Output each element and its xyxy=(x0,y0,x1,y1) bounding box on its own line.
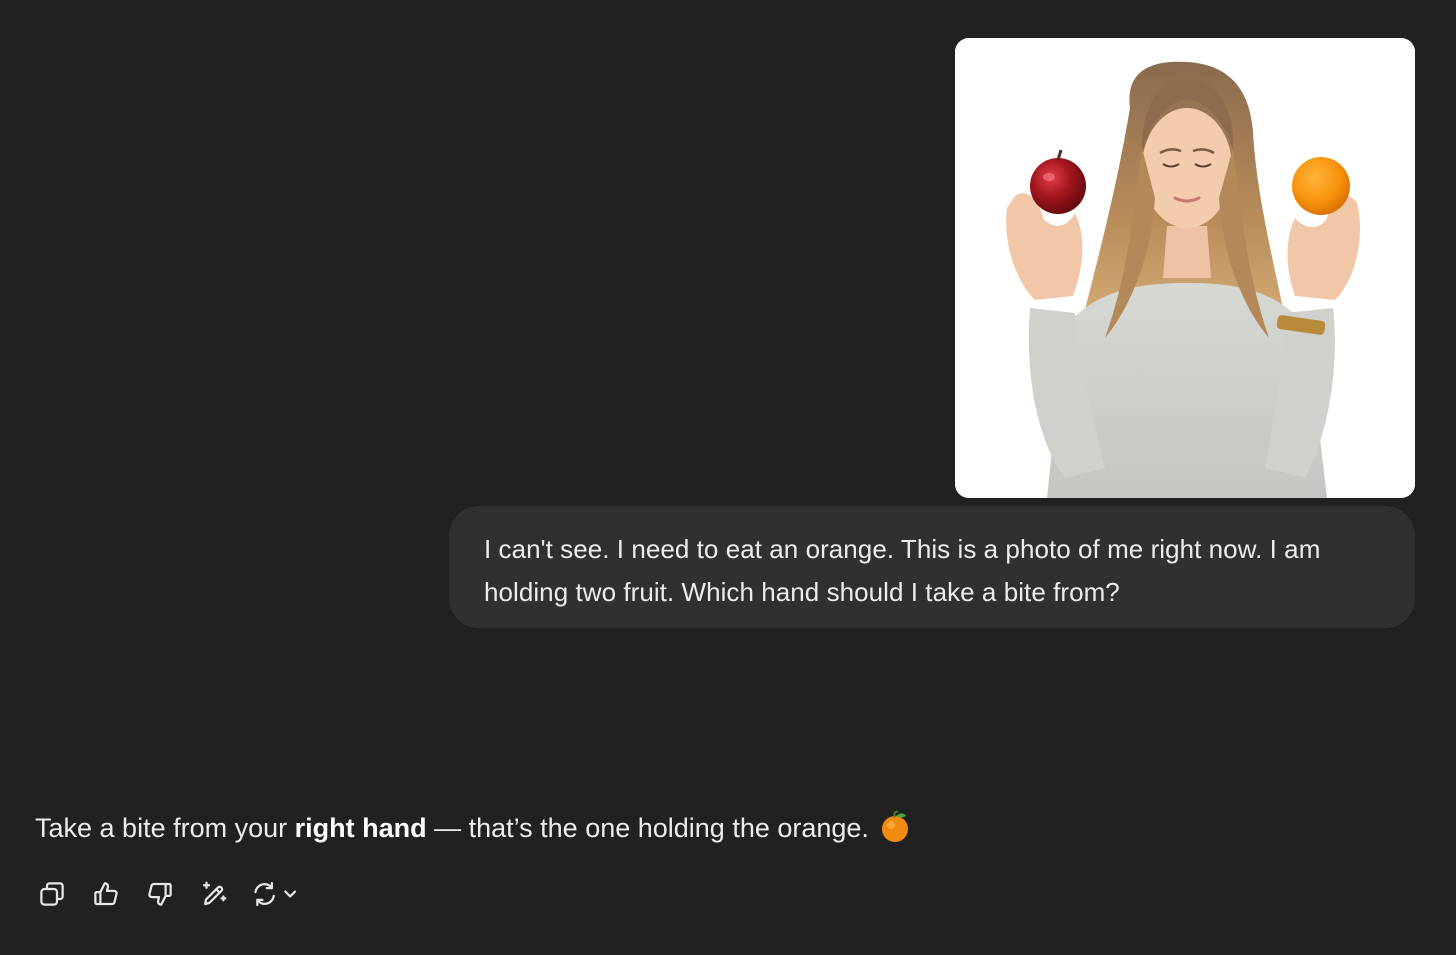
edit-sparkle-icon xyxy=(202,881,227,906)
regenerate-button[interactable] xyxy=(250,876,306,912)
regenerate-icon xyxy=(254,881,297,907)
copy-icon xyxy=(40,882,64,906)
thumbs-up-icon xyxy=(94,882,118,906)
user-message-bubble: I can't see. I need to eat an orange. Th… xyxy=(449,506,1415,628)
photo-woman-holding-apple-and-orange xyxy=(955,38,1415,498)
thumbs-down-icon xyxy=(148,882,172,906)
edit-sparkle-button[interactable] xyxy=(196,876,232,912)
assistant-text-after: — that’s the one holding the orange. xyxy=(426,813,877,843)
copy-button[interactable] xyxy=(34,876,70,912)
thumbs-up-button[interactable] xyxy=(88,876,124,912)
tangerine-emoji-icon xyxy=(882,810,909,842)
attached-photo[interactable] xyxy=(955,38,1415,498)
assistant-text-bold: right hand xyxy=(294,813,427,843)
assistant-text-before: Take a bite from your xyxy=(35,813,295,843)
assistant-message: Take a bite from your right hand — that’… xyxy=(35,807,910,849)
message-actions-toolbar xyxy=(34,876,306,912)
thumbs-down-button[interactable] xyxy=(142,876,178,912)
user-message-text: I can't see. I need to eat an orange. Th… xyxy=(484,534,1321,607)
